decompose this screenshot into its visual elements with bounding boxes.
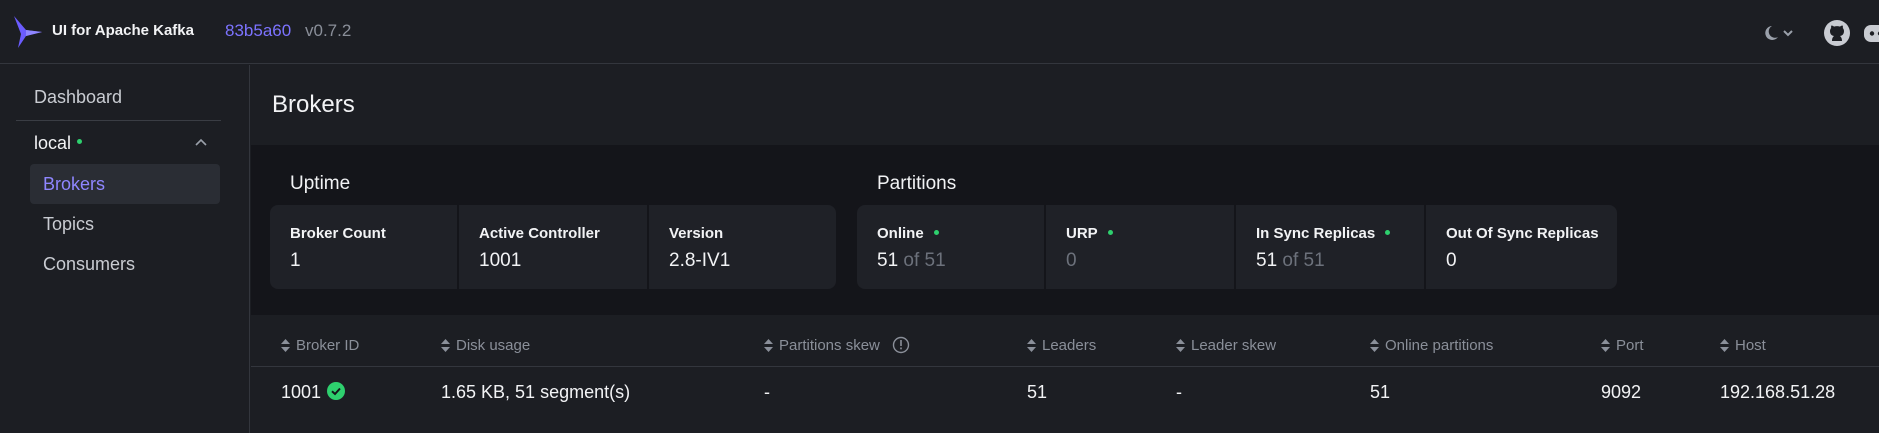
brokers-table-header: Broker ID Disk usage Partitions skew Lea… [251,327,1879,367]
in-sync-replicas-card: In Sync Replicas 51 of 51 [1236,205,1424,289]
broker-count-label: Broker Count [290,225,386,242]
online-value: 51 of 51 [877,250,946,271]
cluster-name: local [34,133,72,153]
broker-count-card: Broker Count 1 [270,205,457,289]
sort-icon [1176,338,1185,352]
urp-card: URP 0 [1046,205,1234,289]
check-circle-icon [327,382,346,401]
sidebar: Dashboard local Brokers Topics Consumers [0,65,250,433]
sidebar-divider [16,120,221,121]
metrics-panel: Uptime Partitions Broker Count 1 Active … [251,145,1879,315]
out-of-sync-replicas-label: Out Of Sync Replicas [1446,225,1599,242]
urp-label: URP [1066,225,1234,242]
version-card: Version 2.8-IV1 [649,205,836,289]
active-controller-value: 1001 [479,250,522,271]
cluster-online-indicator [77,138,83,144]
online-label: Online [877,225,1044,242]
app-title[interactable]: UI for Apache Kafka [52,22,194,39]
theme-toggle-button[interactable] [1760,22,1800,44]
sort-icon [281,338,290,352]
info-icon[interactable] [892,336,910,354]
sort-icon [1370,338,1379,352]
cell-disk-usage: 1.65 KB, 51 segment(s) [441,382,631,402]
in-sync-replicas-label: In Sync Replicas [1256,225,1424,242]
online-partitions-card: Online 51 of 51 [857,205,1044,289]
cell-broker-id[interactable]: 1001 [281,382,346,403]
sort-icon [764,338,773,352]
moon-icon [1765,26,1778,40]
column-header-port[interactable]: Port [1601,337,1644,354]
column-header-leaders[interactable]: Leaders [1027,337,1096,354]
cell-host: 192.168.51.28 [1720,382,1836,402]
kafka-ui-logo[interactable] [12,14,44,50]
active-controller-label: Active Controller [479,225,600,242]
cell-partitions-skew: - [764,382,770,402]
column-header-online-partitions[interactable]: Online partitions [1370,337,1493,354]
sort-icon [1027,338,1036,352]
github-icon[interactable] [1823,19,1851,47]
page-title: Brokers [272,91,355,118]
in-sync-status-dot [1385,229,1391,235]
urp-status-dot [1107,229,1113,235]
sidebar-item-brokers[interactable]: Brokers [30,164,220,204]
app-version: v0.7.2 [305,21,352,40]
broker-count-value: 1 [290,250,301,271]
chevron-up-icon[interactable] [193,135,209,151]
urp-value: 0 [1066,250,1077,271]
column-header-leader-skew[interactable]: Leader skew [1176,337,1276,354]
chevron-down-icon [1783,30,1793,37]
version-value: 2.8-IV1 [669,250,731,271]
sidebar-cluster-local[interactable]: local [34,133,83,154]
column-header-host[interactable]: Host [1720,337,1766,354]
commit-hash-link[interactable]: 83b5a60 [225,21,291,41]
cell-online-partitions: 51 [1370,382,1391,402]
sort-icon [441,338,450,352]
sidebar-item-consumers[interactable]: Consumers [30,244,220,284]
uptime-section-title: Uptime [290,173,351,194]
sort-icon [1720,338,1729,352]
out-of-sync-replicas-card: Out Of Sync Replicas 0 [1426,205,1617,289]
table-row[interactable]: 1001 1.65 KB, 51 segment(s) - 51 - 51 90… [251,368,1879,424]
version-label: Version [669,225,724,242]
sidebar-item-dashboard[interactable]: Dashboard [34,87,122,108]
cell-leader-skew: - [1176,382,1182,402]
sort-icon [1601,338,1610,352]
out-of-sync-replicas-value: 0 [1446,250,1457,271]
cell-leaders: 51 [1027,382,1048,402]
discord-icon[interactable] [1862,19,1879,47]
top-navbar: UI for Apache Kafka 83b5a60 v0.7.2 [0,0,1879,64]
online-status-dot [933,229,939,235]
cell-port: 9092 [1601,382,1642,402]
in-sync-replicas-value: 51 of 51 [1256,250,1325,271]
sidebar-item-topics[interactable]: Topics [30,204,220,244]
column-header-partitions-skew[interactable]: Partitions skew [764,336,910,355]
column-header-broker-id[interactable]: Broker ID [281,337,359,354]
partitions-section-title: Partitions [877,173,957,194]
column-header-disk-usage[interactable]: Disk usage [441,337,530,354]
main-content: Brokers Uptime Partitions Broker Count 1… [251,65,1879,433]
active-controller-card: Active Controller 1001 [459,205,647,289]
